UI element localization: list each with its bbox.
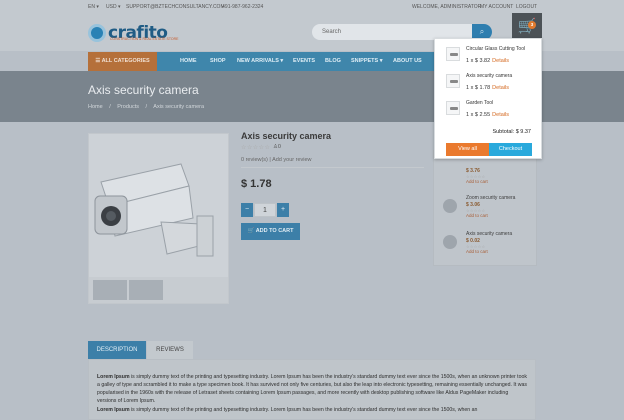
related-item[interactable]: $ 3.76 ☆☆☆☆☆ Add to cart (434, 157, 538, 193)
tab-reviews[interactable]: REVIEWS (147, 341, 193, 359)
support-phone: +91-987-962-2324 (222, 4, 264, 10)
view-all-button[interactable]: View all (446, 143, 489, 156)
add-to-cart-button[interactable]: 🛒 ADD TO CART (241, 223, 300, 240)
camera-image (94, 163, 214, 257)
description-paragraph: Lorem Ipsum is simply dummy text of the … (97, 373, 527, 405)
camera-thumb (443, 235, 457, 249)
language-select[interactable]: EN ▾ (88, 4, 99, 10)
mini-cart-dropdown: Circular Glass Cutting Tool 1 x $ 3.82 De… (434, 38, 542, 159)
nav-about-us[interactable]: ABOUT US (393, 52, 422, 71)
subtotal: Subtotal: $ 9.37 (483, 129, 531, 135)
logout-link[interactable]: LOGOUT (516, 4, 537, 10)
review-links[interactable]: 0 review(s) | Add your review (241, 157, 312, 163)
nav-blog[interactable]: BLOG (325, 52, 341, 71)
mini-cart-item-name[interactable]: Garden Tool (466, 100, 493, 106)
welcome-text: WELCOME, ADMINISTRATOR (412, 4, 482, 10)
description-text: is simply dummy text of the printing and… (97, 374, 527, 404)
details-link[interactable]: Details (492, 85, 509, 91)
related-products: $ 3.76 ☆☆☆☆☆ Add to cart Zoom security c… (433, 150, 537, 266)
product-price: $ 1.78 (241, 178, 272, 190)
product-thumb (446, 47, 460, 61)
details-link[interactable]: Details (492, 112, 509, 118)
subtotal-label: Subtotal: (492, 129, 515, 135)
product-title: Axis security camera (241, 131, 332, 141)
checkout-button[interactable]: Checkout (489, 143, 532, 156)
support-email[interactable]: SUPPORT@BZTECHCONSULTANCY.COM (126, 4, 225, 10)
thumbnail-1[interactable] (93, 280, 127, 300)
rating-stars[interactable]: ☆☆☆☆☆ (241, 144, 270, 151)
nav-shop[interactable]: SHOP (210, 52, 226, 71)
my-account-link[interactable]: MY ACCOUNT (480, 4, 513, 10)
thumbnail-2[interactable] (129, 280, 163, 300)
divider (241, 167, 424, 168)
nav-snippets[interactable]: SNIPPETS ▾ (351, 52, 383, 71)
cart-count-badge: 3 (528, 21, 536, 29)
breadcrumb: Home / Products / Axis security camera (88, 104, 209, 110)
page-title: Axis security camera (88, 83, 199, 97)
top-bar: EN ▾ USD ▾ SUPPORT@BZTECHCONSULTANCY.COM… (0, 0, 624, 13)
mini-cart-item-name[interactable]: Circular Glass Cutting Tool (466, 46, 525, 52)
mini-cart-item-qty-price: 1 x $ 2.55 Details (466, 112, 509, 118)
related-item[interactable]: Zoom security camera $ 3.06 ☆☆☆☆☆ Add to… (434, 191, 538, 227)
related-item[interactable]: Axis security camera $ 0.02 ☆☆☆☆☆ Add to… (434, 227, 538, 263)
mini-cart-item: Garden Tool 1 x $ 2.55 Details (435, 97, 543, 124)
breadcrumb-current: Axis security camera (153, 104, 205, 110)
breadcrumb-separator: / (145, 104, 148, 110)
description-lead: Lorem Ipsum (97, 374, 130, 380)
nav-new-arrivals[interactable]: NEW ARRIVALS ▾ (237, 52, 283, 71)
related-name[interactable]: Zoom security camera (466, 195, 515, 201)
search-icon: ⌕ (479, 27, 485, 36)
mini-cart-item-name[interactable]: Axis security camera (466, 73, 512, 79)
breadcrumb-separator: / (109, 104, 111, 110)
subtotal-value: $ 9.37 (515, 129, 531, 135)
qty-plus-button[interactable]: + (277, 203, 289, 217)
mini-cart-item: Circular Glass Cutting Tool 1 x $ 3.82 De… (435, 43, 543, 70)
description-panel: Lorem Ipsum is simply dummy text of the … (88, 359, 536, 420)
currency-select[interactable]: USD ▾ (106, 4, 120, 10)
logo-tagline: CONSTRUCTION & REAL ESTATE STORE (110, 37, 179, 41)
details-link[interactable]: Details (492, 58, 509, 64)
qty-price: 1 x $ 1.78 (466, 85, 491, 91)
product-image[interactable] (88, 133, 229, 304)
mini-cart-item-qty-price: 1 x $ 1.78 Details (466, 85, 509, 91)
description-text: is simply dummy text of the printing and… (129, 407, 478, 413)
qty-price: 1 x $ 3.82 (466, 58, 491, 64)
cart-button[interactable]: 🛒 (512, 13, 542, 40)
related-add-to-cart[interactable]: Add to cart (466, 179, 488, 184)
qty-minus-button[interactable]: − (241, 203, 253, 217)
mini-cart-item-qty-price: 1 x $ 3.82 Details (466, 58, 509, 64)
logo-icon (88, 24, 106, 42)
product-thumb (446, 74, 460, 88)
all-categories-button[interactable]: ☰ ALL CATEGORIES (88, 52, 157, 71)
thumbnail-strip (89, 277, 228, 303)
nav-events[interactable]: EVENTS (293, 52, 315, 71)
nav-home[interactable]: HOME (180, 52, 197, 71)
breadcrumb-products[interactable]: Products (117, 104, 139, 110)
related-add-to-cart[interactable]: Add to cart (466, 249, 488, 254)
likes-count: ♙0 (273, 144, 281, 150)
related-add-to-cart[interactable]: Add to cart (466, 213, 488, 218)
related-name[interactable]: Axis security camera (466, 231, 512, 237)
mini-cart-item: Axis security camera 1 x $ 1.78 Details (435, 70, 543, 97)
qty-input[interactable]: 1 (254, 203, 276, 217)
qty-price: 1 x $ 2.55 (466, 112, 491, 118)
description-lead: Lorem Ipsum (97, 407, 130, 413)
description-paragraph: Lorem Ipsum is simply dummy text of the … (97, 406, 527, 414)
tab-description[interactable]: DESCRIPTION (88, 341, 146, 359)
breadcrumb-home[interactable]: Home (88, 104, 103, 110)
product-thumb (446, 101, 460, 115)
camera-thumb (443, 199, 457, 213)
